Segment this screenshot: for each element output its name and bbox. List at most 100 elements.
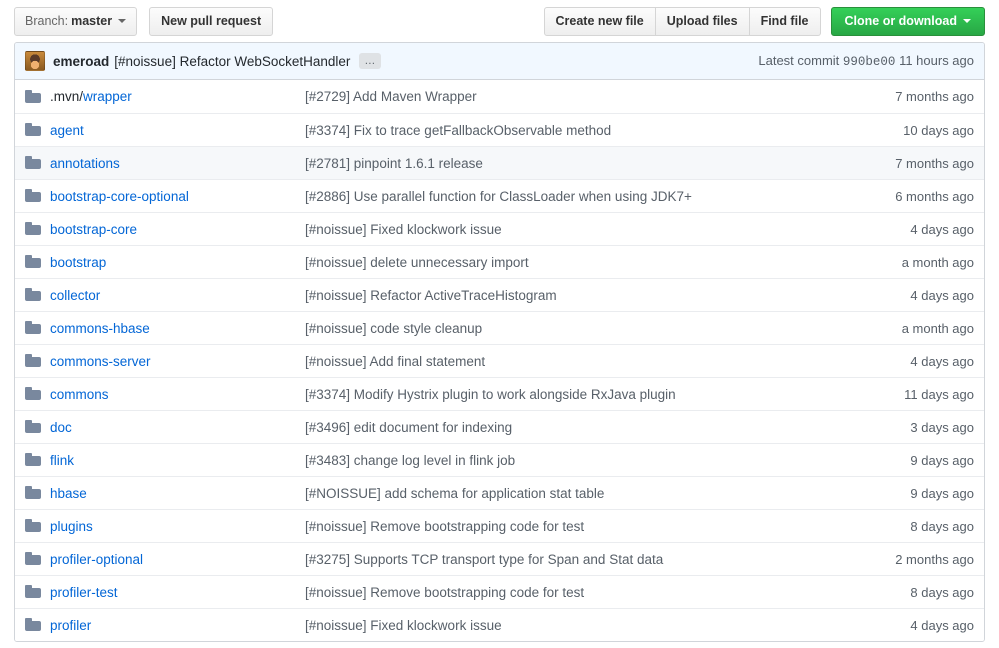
commit-message-link[interactable]: [#noissue] Remove bootstrapping code for… [305, 519, 584, 534]
table-row[interactable]: .mvn/wrapper[#2729] Add Maven Wrapper7 m… [15, 80, 984, 113]
clone-or-download-label: Clone or download [845, 15, 958, 28]
file-name-link[interactable]: flink [50, 453, 74, 468]
file-name-link[interactable]: collector [50, 288, 100, 303]
file-listing-box: emeroad [#noissue] Refactor WebSocketHan… [14, 42, 985, 642]
table-row[interactable]: profiler-optional [#3275] Supports TCP tr… [15, 542, 984, 575]
chevron-down-icon [118, 19, 126, 23]
commit-message-link[interactable]: [#2886] Use parallel function for ClassL… [305, 189, 692, 204]
commit-message-link[interactable]: [#3483] change log level in flink job [305, 453, 515, 468]
commit-age-cell: a month ago [844, 321, 974, 336]
commit-message-cell: [#noissue] Remove bootstrapping code for… [305, 585, 844, 600]
file-name-cell: annotations [50, 156, 305, 171]
commit-message-cell: [#noissue] Refactor ActiveTraceHistogram [305, 288, 844, 303]
table-row[interactable]: annotations [#2781] pinpoint 1.6.1 releas… [15, 146, 984, 179]
commit-age-cell: 3 days ago [844, 420, 974, 435]
file-name-link[interactable]: agent [50, 123, 84, 138]
commit-message-cell: [#3496] edit document for indexing [305, 420, 844, 435]
file-name-link[interactable]: annotations [50, 156, 120, 171]
commit-message-link[interactable]: [#3374] Fix to trace getFallbackObservab… [305, 123, 611, 138]
branch-prefix-label: Branch: [25, 15, 68, 28]
commit-sha-link[interactable]: 990be00 [843, 55, 896, 69]
folder-icon [25, 387, 41, 401]
file-name-link[interactable]: commons [50, 387, 109, 402]
commit-message-link[interactable]: [#2781] pinpoint 1.6.1 release [305, 156, 483, 171]
file-name-cell: plugins [50, 519, 305, 534]
commit-age-cell: 2 months ago [844, 552, 974, 567]
table-row[interactable]: commons-hbase [#noissue] code style clean… [15, 311, 984, 344]
commit-message-link[interactable]: [#3374] Modify Hystrix plugin to work al… [305, 387, 676, 402]
commit-age-label: 11 hours ago [899, 53, 974, 68]
latest-commit-meta: Latest commit 990be00 11 hours ago [758, 53, 974, 69]
repo-action-toolbar: Branch:master New pull request Create ne… [0, 0, 999, 42]
file-name-cell: profiler [50, 618, 305, 633]
file-name-link[interactable]: profiler [50, 618, 91, 633]
commit-message-link[interactable]: [#noissue] Refactor ActiveTraceHistogram [305, 288, 557, 303]
table-row[interactable]: bootstrap-core [#noissue] Fixed klockwork… [15, 212, 984, 245]
table-row[interactable]: commons [#3374] Modify Hystrix plugin to … [15, 377, 984, 410]
commit-message-link[interactable]: [#noissue] Fixed klockwork issue [305, 222, 502, 237]
table-row[interactable]: agent [#3374] Fix to trace getFallbackObs… [15, 113, 984, 146]
commit-message-link[interactable]: [#NOISSUE] add schema for application st… [305, 486, 604, 501]
commit-message-cell: [#noissue] Remove bootstrapping code for… [305, 519, 844, 534]
commit-message-link[interactable]: [#3496] edit document for indexing [305, 420, 512, 435]
table-row[interactable]: plugins [#noissue] Remove bootstrapping c… [15, 509, 984, 542]
expand-commit-message-button[interactable]: … [359, 53, 381, 69]
commit-message-link[interactable]: [#noissue] delete unnecessary import [305, 255, 529, 270]
file-name-link[interactable]: profiler-optional [50, 552, 143, 567]
table-row[interactable]: flink [#3483] change log level in flink j… [15, 443, 984, 476]
commit-message-link[interactable]: [#noissue] code style cleanup [305, 321, 482, 336]
commit-age-cell: a month ago [844, 255, 974, 270]
commit-age-cell: 7 months ago [844, 156, 974, 171]
upload-files-button[interactable]: Upload files [656, 7, 750, 36]
table-row[interactable]: collector [#noissue] Refactor ActiveTrace… [15, 278, 984, 311]
clone-or-download-button[interactable]: Clone or download [831, 7, 986, 36]
folder-icon [25, 189, 41, 203]
table-row[interactable]: doc [#3496] edit document for indexing 3 d… [15, 410, 984, 443]
file-name-link[interactable]: bootstrap [50, 255, 106, 270]
file-name-link[interactable]: profiler-test [50, 585, 118, 600]
commit-message-cell: [#3483] change log level in flink job [305, 453, 844, 468]
commit-age-cell: 11 days ago [844, 387, 974, 402]
file-name-link[interactable]: plugins [50, 519, 93, 534]
find-file-button[interactable]: Find file [750, 7, 821, 36]
commit-message-link[interactable]: [#noissue] Remove bootstrapping code for… [305, 585, 584, 600]
commit-message-cell: [#noissue] Add final statement [305, 354, 844, 369]
table-row[interactable]: commons-server [#noissue] Add final state… [15, 344, 984, 377]
commit-message-link[interactable]: [#noissue] Add final statement [305, 354, 485, 369]
table-row[interactable]: bootstrap [#noissue] delete unnecessary i… [15, 245, 984, 278]
folder-icon [25, 585, 41, 599]
chevron-down-icon [963, 19, 971, 23]
file-name-link[interactable]: doc [50, 420, 72, 435]
file-name-link[interactable]: commons-hbase [50, 321, 150, 336]
table-row[interactable]: profiler-test [#noissue] Remove bootstrap… [15, 575, 984, 608]
branch-name-label: master [71, 15, 112, 28]
file-name-link[interactable]: hbase [50, 486, 87, 501]
file-name-cell: doc [50, 420, 305, 435]
file-name-cell: flink [50, 453, 305, 468]
commit-age-cell: 6 months ago [844, 189, 974, 204]
commit-message-link[interactable]: [#noissue] Fixed klockwork issue [305, 618, 502, 633]
commit-age-cell: 8 days ago [844, 519, 974, 534]
table-row[interactable]: profiler [#noissue] Fixed klockwork issue… [15, 608, 984, 641]
branch-selector-button[interactable]: Branch:master [14, 7, 137, 36]
commit-author-link[interactable]: emeroad [53, 54, 109, 69]
table-row[interactable]: bootstrap-core-optional [#2886] Use paral… [15, 179, 984, 212]
new-pull-request-button[interactable]: New pull request [149, 7, 273, 36]
file-rows-container: .mvn/wrapper[#2729] Add Maven Wrapper7 m… [15, 80, 984, 641]
commit-message-cell: [#noissue] Fixed klockwork issue [305, 222, 844, 237]
commit-age-cell: 4 days ago [844, 288, 974, 303]
commit-message-link[interactable]: [#noissue] Refactor WebSocketHandler [114, 54, 350, 69]
commit-message-cell: [#2781] pinpoint 1.6.1 release [305, 156, 844, 171]
commit-age-cell: 9 days ago [844, 486, 974, 501]
commit-message-link[interactable]: [#3275] Supports TCP transport type for … [305, 552, 663, 567]
file-name-link[interactable]: wrapper [83, 89, 132, 104]
commit-age-cell: 4 days ago [844, 354, 974, 369]
file-name-link[interactable]: bootstrap-core [50, 222, 137, 237]
commit-message-cell: [#noissue] Fixed klockwork issue [305, 618, 844, 633]
create-new-file-button[interactable]: Create new file [544, 7, 656, 36]
file-name-link[interactable]: bootstrap-core-optional [50, 189, 189, 204]
commit-message-link[interactable]: [#2729] Add Maven Wrapper [305, 89, 477, 104]
table-row[interactable]: hbase [#NOISSUE] add schema for applicati… [15, 476, 984, 509]
commit-message-cell: [#3275] Supports TCP transport type for … [305, 552, 844, 567]
file-name-link[interactable]: commons-server [50, 354, 151, 369]
